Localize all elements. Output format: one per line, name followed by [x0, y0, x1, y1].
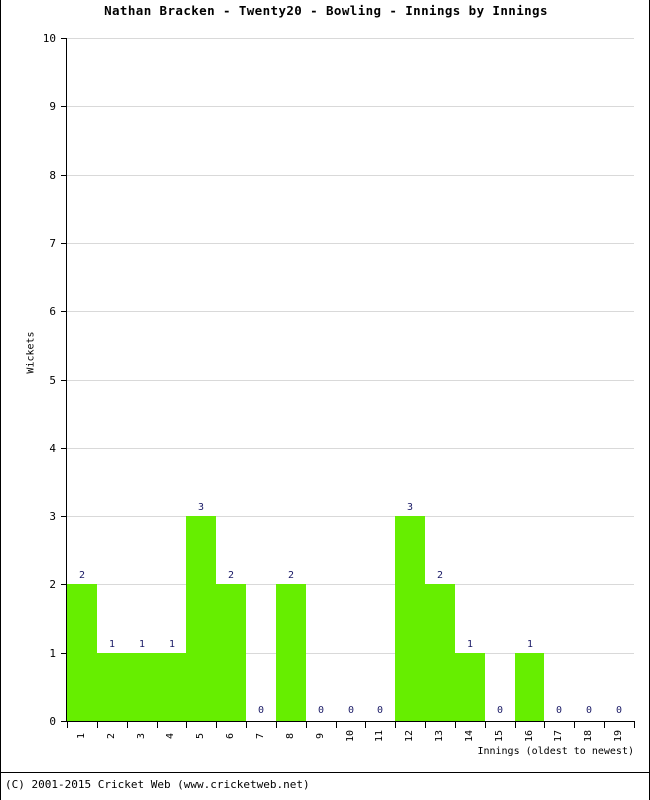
- x-axis-tick: [216, 722, 217, 728]
- bar-value-label: 1: [138, 639, 146, 650]
- x-axis-label: 2: [106, 732, 117, 740]
- gridline: [67, 584, 634, 585]
- bar-value-label: 0: [317, 705, 325, 716]
- bar-value-label: 1: [108, 639, 116, 650]
- gridline: [67, 106, 634, 107]
- x-axis-tick: [574, 722, 575, 728]
- bar: [216, 584, 246, 721]
- chart-page: Nathan Bracken - Twenty20 - Bowling - In…: [0, 0, 650, 800]
- y-axis-label: 4: [49, 442, 56, 455]
- footer-copyright: (C) 2001-2015 Cricket Web (www.cricketwe…: [5, 778, 310, 791]
- x-axis-label: 9: [315, 732, 326, 740]
- x-axis-tick: [97, 722, 98, 728]
- y-axis-tick: [61, 243, 67, 244]
- x-axis-tick: [634, 722, 635, 728]
- bar-value-label: 1: [526, 639, 534, 650]
- x-axis-tick: [246, 722, 247, 728]
- x-axis-tick: [455, 722, 456, 728]
- x-axis-tick: [515, 722, 516, 728]
- bar-value-label: 1: [168, 639, 176, 650]
- bar: [127, 653, 157, 721]
- bar-value-label: 2: [78, 570, 86, 581]
- gridline: [67, 516, 634, 517]
- x-axis-tick: [306, 722, 307, 728]
- x-axis-label: 6: [225, 732, 236, 740]
- x-axis-tick: [336, 722, 337, 728]
- x-axis-tick: [425, 722, 426, 728]
- bar: [276, 584, 306, 721]
- bar: [515, 653, 544, 721]
- x-axis-tick: [544, 722, 545, 728]
- gridline: [67, 311, 634, 312]
- bar-value-label: 0: [555, 705, 563, 716]
- y-axis-label: 0: [49, 715, 56, 728]
- bar: [97, 653, 127, 721]
- bar-value-label: 1: [466, 639, 474, 650]
- page-title: Nathan Bracken - Twenty20 - Bowling - In…: [104, 3, 548, 18]
- x-axis-tick: [67, 722, 68, 728]
- gridline: [67, 380, 634, 381]
- gridline: [67, 38, 634, 39]
- y-axis-tick: [61, 38, 67, 39]
- y-axis-tick: [61, 311, 67, 312]
- y-axis-label: 8: [49, 169, 56, 182]
- y-axis-label: 3: [49, 510, 56, 523]
- x-axis-label: 8: [285, 732, 296, 740]
- x-axis-label: 1: [76, 732, 87, 740]
- bar-value-label: 2: [287, 570, 295, 581]
- y-axis-tick: [61, 175, 67, 176]
- x-axis-tick: [365, 722, 366, 728]
- bar-value-label: 3: [406, 502, 414, 513]
- x-axis-tick: [276, 722, 277, 728]
- bar: [425, 584, 455, 721]
- bar: [67, 584, 97, 721]
- bar: [455, 653, 485, 721]
- y-axis-label: 9: [49, 100, 56, 113]
- y-axis-tick: [61, 448, 67, 449]
- gridline: [67, 175, 634, 176]
- bar-value-label: 0: [257, 705, 265, 716]
- y-axis-tick: [61, 516, 67, 517]
- y-axis-label: 7: [49, 237, 56, 250]
- bar-value-label: 0: [615, 705, 623, 716]
- x-axis-tick: [395, 722, 396, 728]
- bar-value-label: 2: [436, 570, 444, 581]
- x-axis-tick: [157, 722, 158, 728]
- y-axis-tick: [61, 380, 67, 381]
- gridline: [67, 243, 634, 244]
- y-axis-label: 10: [42, 32, 56, 45]
- bar-value-label: 3: [197, 502, 205, 513]
- y-axis-label: 1: [49, 647, 56, 660]
- x-axis-tick: [186, 722, 187, 728]
- bar: [186, 516, 216, 721]
- x-axis-tick: [485, 722, 486, 728]
- bar-value-label: 0: [347, 705, 355, 716]
- footer-divider: [1, 772, 650, 773]
- bar-value-label: 2: [227, 570, 235, 581]
- bar: [395, 516, 425, 721]
- bar-value-label: 0: [585, 705, 593, 716]
- bar-value-label: 0: [376, 705, 384, 716]
- y-axis-label: 2: [49, 578, 56, 591]
- y-axis-title: Wickets: [25, 331, 37, 374]
- x-axis-label: 5: [195, 732, 206, 740]
- gridline: [67, 448, 634, 449]
- bar-value-label: 0: [496, 705, 504, 716]
- x-axis-label: 3: [136, 732, 147, 740]
- x-axis-tick: [127, 722, 128, 728]
- y-axis-tick: [61, 106, 67, 107]
- bar: [157, 653, 186, 721]
- x-axis-label: 7: [255, 732, 266, 740]
- x-axis-title: Innings (oldest to newest): [477, 746, 634, 757]
- x-axis-tick: [604, 722, 605, 728]
- x-axis-label: 4: [165, 732, 176, 740]
